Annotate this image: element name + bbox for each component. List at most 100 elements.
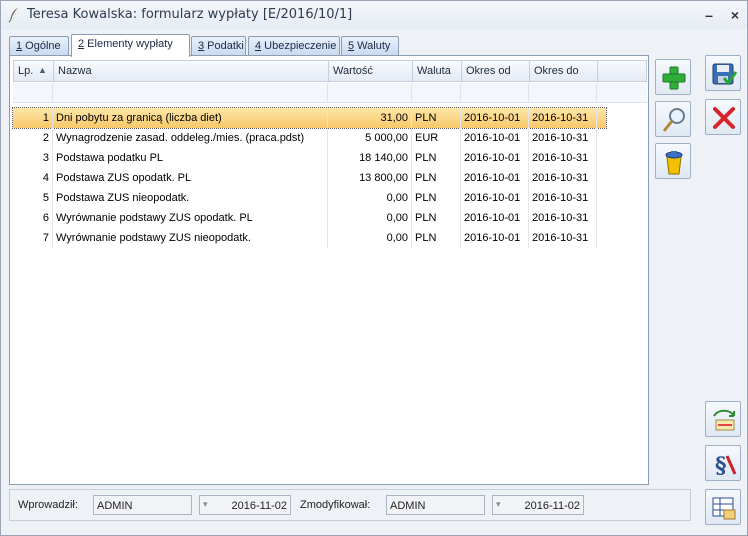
table-row[interactable]: 7 Wyrównanie podstawy ZUS nieopodatk. 0,… (13, 228, 606, 248)
cell-nazwa: Podstawa ZUS opodatk. PL (53, 168, 328, 188)
grid-header: Lp. ▲ Nazwa Wartość Waluta Okres od Okre… (13, 60, 647, 82)
cell-okres-od: 2016-10-01 (461, 128, 529, 148)
cell-lp: 3 (13, 148, 53, 168)
cell-nazwa: Wyrównanie podstawy ZUS opodatk. PL (53, 208, 328, 228)
cell-okres-od: 2016-10-01 (461, 188, 529, 208)
magnifier-icon (662, 108, 685, 132)
cell-waluta: PLN (412, 228, 461, 248)
tab-podatki[interactable]: 3 Podatki (191, 36, 246, 56)
modified-by-user-field: ADMIN (386, 495, 485, 515)
tab-label: Podatki (204, 40, 244, 52)
cell-waluta: PLN (412, 148, 461, 168)
cell-lp: 6 (13, 208, 53, 228)
cell-lp: 7 (13, 228, 53, 248)
sort-ascending-icon: ▲ (38, 65, 47, 75)
cell-okres-od: 2016-10-01 (461, 108, 529, 128)
cell-waluta: PLN (412, 188, 461, 208)
table-row[interactable]: 3 Podstawa podatku PL 18 140,00 PLN 2016… (13, 148, 606, 168)
cell-wartosc: 0,00 (328, 208, 412, 228)
modified-date-field[interactable]: ▾ 2016-11-02 (492, 495, 584, 515)
column-header-nazwa[interactable]: Nazwa (54, 61, 329, 81)
cell-nazwa: Wynagrodzenie zasad. oddeleg./mies. (pra… (53, 128, 328, 148)
legal-basis-button[interactable]: § (705, 445, 741, 481)
entered-date-value: 2016-11-02 (231, 500, 287, 512)
table-row[interactable]: 1 Dni pobytu za granicą (liczba diet) 31… (12, 107, 607, 129)
filter-cell[interactable] (328, 83, 412, 103)
tab-label: Ubezpieczenie (261, 40, 337, 52)
cell-okres-od: 2016-10-01 (461, 228, 529, 248)
svg-text:§: § (715, 453, 727, 478)
cell-wartosc: 31,00 (328, 108, 412, 128)
cell-lp: 2 (13, 128, 53, 148)
table-row[interactable]: 2 Wynagrodzenie zasad. oddeleg./mies. (p… (13, 128, 606, 148)
tab-waluty[interactable]: 5 Waluty (341, 36, 399, 56)
filter-cell[interactable] (412, 83, 461, 103)
tab-label: Waluty (354, 40, 391, 52)
column-header-okres-od[interactable]: Okres od (462, 61, 530, 81)
trash-icon (665, 151, 683, 175)
column-header-lp[interactable]: Lp. ▲ (14, 61, 54, 81)
cell-okres-do: 2016-10-31 (529, 188, 597, 208)
cell-lp: 1 (13, 108, 53, 128)
cell-okres-do: 2016-10-31 (529, 168, 597, 188)
save-button[interactable] (705, 55, 741, 91)
cell-okres-od: 2016-10-01 (461, 148, 529, 168)
cancel-button[interactable] (705, 99, 741, 135)
filter-cell[interactable] (461, 83, 529, 103)
modified-date-value: 2016-11-02 (524, 500, 580, 512)
table-row[interactable]: 5 Podstawa ZUS nieopodatk. 0,00 PLN 2016… (13, 188, 606, 208)
save-icon (712, 63, 738, 86)
table-view-button[interactable] (705, 489, 741, 525)
filter-cell[interactable] (529, 83, 597, 103)
cell-waluta: PLN (412, 108, 461, 128)
filter-cell[interactable] (53, 83, 328, 103)
entered-date-field[interactable]: ▾ 2016-11-02 (199, 495, 291, 515)
add-button[interactable] (655, 59, 691, 95)
column-header-wartosc[interactable]: Wartość (329, 61, 413, 81)
cell-wartosc: 0,00 (328, 188, 412, 208)
cell-okres-do: 2016-10-31 (529, 108, 597, 128)
entered-by-label: Wprowadził: (18, 499, 78, 511)
chevron-down-icon: ▾ (496, 499, 501, 509)
table-row[interactable]: 6 Wyrównanie podstawy ZUS opodatk. PL 0,… (13, 208, 606, 228)
minimize-button[interactable]: – (699, 5, 719, 25)
cell-wartosc: 0,00 (328, 228, 412, 248)
tab-elementy-wyplaty[interactable]: 2 Elementy wypłaty (71, 34, 190, 57)
header-label: Lp. (18, 65, 34, 77)
cell-okres-do: 2016-10-31 (529, 128, 597, 148)
cell-okres-do: 2016-10-31 (529, 208, 597, 228)
paragraph-icon: § (715, 453, 737, 478)
cell-waluta: PLN (412, 168, 461, 188)
table-icon (712, 497, 736, 520)
table-row[interactable]: 4 Podstawa ZUS opodatk. PL 13 800,00 PLN… (13, 168, 606, 188)
cell-waluta: EUR (412, 128, 461, 148)
cancel-icon (713, 107, 735, 129)
tab-ubezpieczenie[interactable]: 4 Ubezpieczenie (248, 36, 340, 56)
edit-button[interactable] (655, 101, 691, 137)
tab-label: Ogólne (22, 40, 61, 52)
window-title: Teresa Kowalska: formularz wypłaty [E/20… (27, 7, 353, 22)
title-bar: Teresa Kowalska: formularz wypłaty [E/20… (1, 1, 747, 29)
cell-lp: 4 (13, 168, 53, 188)
audit-footer: Wprowadził: ADMIN ▾ 2016-11-02 Zmodyfiko… (9, 489, 691, 521)
cell-wartosc: 13 800,00 (328, 168, 412, 188)
column-header-okres-do[interactable]: Okres do (530, 61, 598, 81)
close-button[interactable]: × (725, 5, 745, 25)
cell-wartosc: 18 140,00 (328, 148, 412, 168)
column-header-waluta[interactable]: Waluta (413, 61, 462, 81)
cell-wartosc: 5 000,00 (328, 128, 412, 148)
filter-row[interactable] (13, 83, 647, 103)
cell-okres-do: 2016-10-31 (529, 228, 597, 248)
cell-okres-do: 2016-10-31 (529, 148, 597, 168)
tab-label: Elementy wypłaty (84, 38, 173, 50)
cell-waluta: PLN (412, 208, 461, 228)
recalculate-button[interactable] (705, 401, 741, 437)
modified-by-label: Zmodyfikował: (300, 499, 371, 511)
add-icon (662, 66, 686, 90)
delete-button[interactable] (655, 143, 691, 179)
cell-nazwa: Wyrównanie podstawy ZUS nieopodatk. (53, 228, 328, 248)
filter-cell[interactable] (13, 83, 53, 103)
elements-panel: Lp. ▲ Nazwa Wartość Waluta Okres od Okre… (9, 55, 649, 485)
entered-by-user-field: ADMIN (93, 495, 192, 515)
tab-ogolne[interactable]: 1 Ogólne (9, 36, 69, 56)
